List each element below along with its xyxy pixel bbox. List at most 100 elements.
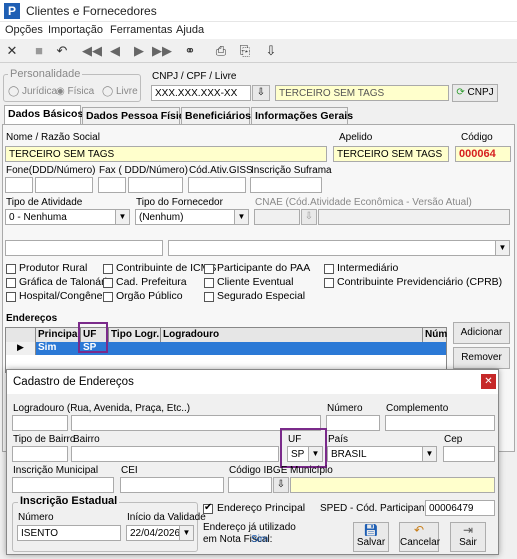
close-icon[interactable]: ✕ (3, 42, 21, 60)
checkbox-endereco-principal[interactable] (203, 502, 213, 514)
checkbox-contribuinte-icms[interactable] (103, 264, 113, 274)
cod-ativ-input[interactable] (188, 177, 246, 193)
menu-ajuda[interactable]: Ajuda (176, 24, 204, 36)
refresh-icon: ⟳ (456, 87, 465, 98)
checkbox-intermediario[interactable] (324, 264, 334, 274)
menu-importacao[interactable]: Importação (48, 24, 103, 36)
salvar-label: Salvar (356, 537, 386, 548)
save-icon: 💾︎ (363, 523, 379, 537)
close-icon[interactable]: ✕ (481, 374, 496, 389)
inscr-municipal-label: Inscrição Municipal (13, 465, 99, 476)
inicio-validade-input[interactable]: 22/04/2026 ▼ (126, 525, 194, 541)
cnpj-button-label: CNPJ (467, 87, 494, 98)
label-participante-paa: Participante do PAA (217, 262, 311, 274)
checkbox-cad-prefeitura[interactable] (103, 278, 113, 288)
tipo-fornecedor-select[interactable]: (Nenhum) ▼ (135, 209, 249, 225)
tab-informacoes-gerais[interactable]: Informações Gerais (251, 107, 353, 124)
radio-livre[interactable]: ◯ Livre (102, 86, 138, 97)
cnae-desc-input[interactable] (318, 209, 510, 225)
fone-ddd-input[interactable] (5, 177, 33, 193)
cei-input[interactable] (120, 477, 224, 493)
extra-input-left[interactable] (5, 240, 163, 256)
inscr-suframa-input[interactable] (250, 177, 322, 193)
last-record-icon[interactable]: ▶▶ (152, 42, 172, 60)
ie-numero-input[interactable]: ISENTO (17, 525, 121, 541)
ibge-download-icon[interactable]: ⇩ (273, 477, 289, 493)
cnpj-download-icon[interactable]: ⇩ (252, 85, 270, 101)
export-icon[interactable]: ⇩ (262, 42, 280, 60)
tab-beneficiarios[interactable]: Beneficiários (181, 107, 251, 124)
numero-input[interactable] (326, 415, 380, 431)
print-preview-icon[interactable]: ⎘ (236, 42, 254, 60)
checkbox-hospital[interactable] (6, 292, 16, 302)
radio-juridica-label: Jurídica (21, 86, 57, 97)
tipo-logradouro-input[interactable] (12, 415, 68, 431)
municipio-input[interactable] (290, 477, 495, 493)
fax-numero-input[interactable] (128, 177, 183, 193)
cnae-code-input[interactable] (254, 209, 300, 225)
label-endereco-principal: Endereço Principal (217, 502, 306, 514)
table-row[interactable]: ▶ Sim SP (6, 342, 446, 355)
tipo-bairro-input[interactable] (12, 446, 68, 462)
pais-select[interactable]: BRASIL ▼ (327, 446, 437, 462)
checkbox-participante-paa[interactable] (204, 264, 214, 274)
print-icon[interactable]: ⎙ (212, 42, 230, 60)
checkbox-orgao-publico[interactable] (103, 292, 113, 302)
first-record-icon[interactable]: ◀◀ (82, 42, 102, 60)
radio-juridica[interactable]: ◯ Jurídica (8, 86, 57, 97)
radio-fisica-label: Física (67, 86, 95, 97)
cnpj-input[interactable]: XXX.XXX.XXX-XX (151, 85, 251, 101)
menu-opcoes[interactable]: Opções (5, 24, 43, 36)
fax-ddd-input[interactable] (98, 177, 126, 193)
tab-dados-basicos[interactable]: Dados Básicos (4, 105, 83, 125)
numero-label: Número (327, 403, 363, 414)
bairro-input[interactable] (71, 446, 279, 462)
prev-record-icon[interactable]: ◀ (106, 42, 124, 60)
checkbox-cliente-eventual[interactable] (204, 278, 214, 288)
cep-input[interactable] (443, 446, 495, 462)
checkbox-contribuinte-previdenciario[interactable] (324, 278, 334, 288)
tipo-fornecedor-label: Tipo do Fornecedor (136, 197, 223, 208)
nome-input[interactable]: TERCEIRO SEM TAGS (5, 146, 327, 162)
pais-value: BRASIL (331, 449, 367, 460)
adicionar-button[interactable]: Adicionar (453, 322, 510, 344)
next-record-icon[interactable]: ▶ (130, 42, 148, 60)
apelido-input[interactable]: TERCEIRO SEM TAGS (333, 146, 449, 162)
remover-button[interactable]: Remover (453, 347, 510, 369)
checkbox-produtor-rural[interactable] (6, 264, 16, 274)
codigo-input[interactable]: 000064 (455, 146, 511, 162)
fone-numero-input[interactable] (35, 177, 93, 193)
label-cliente-eventual: Cliente Eventual (217, 276, 294, 288)
sped-label: SPED - Cód. Participante: (320, 503, 436, 514)
cod-ibge-input[interactable] (228, 477, 272, 493)
stop-icon[interactable]: ■ (30, 42, 48, 60)
inscr-municipal-input[interactable] (12, 477, 114, 493)
salvar-button[interactable]: 💾︎ Salvar (353, 522, 389, 552)
title-bar: P Clientes e Fornecedores (0, 0, 517, 22)
grid-header-logradouro[interactable]: Logradouro (161, 328, 423, 342)
fax-label: Fax ( DDD/Número) (99, 165, 188, 176)
row-indicator-cell: ▶ (6, 342, 36, 355)
sair-button[interactable]: ⇥ Sair (450, 522, 486, 552)
menu-ferramentas[interactable]: Ferramentas (110, 24, 172, 36)
cancelar-button[interactable]: ↶ Cancelar (399, 522, 440, 552)
grid-header-indicator (6, 328, 36, 342)
row-pointer-icon: ▶ (17, 342, 24, 352)
complemento-input[interactable] (385, 415, 495, 431)
grid-header-numero[interactable]: Núm (423, 328, 447, 342)
cnpj-button[interactable]: ⟳ CNPJ (452, 84, 498, 102)
tipo-atividade-select[interactable]: 0 - Nenhuma ▼ (5, 209, 130, 225)
cnpj-search-input[interactable]: TERCEIRO SEM TAGS (275, 85, 449, 101)
checkbox-segurado-especial[interactable] (204, 292, 214, 302)
sped-input[interactable]: 00006479 (425, 500, 495, 516)
menu-bar: Opções Importação Ferramentas Ajuda (0, 22, 517, 39)
radio-fisica[interactable]: ◉ Física (56, 86, 94, 97)
extra-select-right[interactable]: ▼ (168, 240, 510, 256)
grid-header-tipo-logr[interactable]: Tipo Logr. (109, 328, 161, 342)
undo-icon[interactable]: ↶ (53, 42, 71, 60)
checkbox-grafica-talonario[interactable] (6, 278, 16, 288)
cnae-download-icon[interactable]: ⇩ (301, 209, 317, 225)
grid-header-principal[interactable]: Principal (36, 328, 81, 342)
tab-dados-pessoa-fisica[interactable]: Dados Pessoa Física (82, 107, 190, 124)
binoculars-icon[interactable]: ⚭ (181, 42, 199, 60)
